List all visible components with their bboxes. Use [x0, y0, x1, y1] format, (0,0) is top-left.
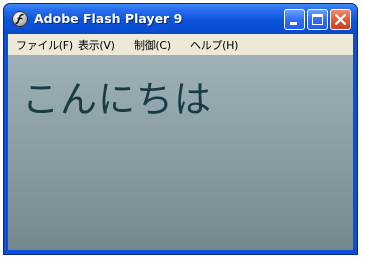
flash-content-area[interactable]: こんにちは — [8, 55, 353, 250]
greeting-text: こんにちは — [22, 78, 212, 121]
menu-view[interactable]: 表示(V) — [78, 37, 115, 53]
close-button[interactable] — [330, 9, 351, 30]
menu-control[interactable]: 制御(C) — [134, 37, 171, 53]
maximize-icon — [312, 14, 323, 25]
flash-player-icon[interactable] — [12, 11, 28, 27]
menu-help[interactable]: ヘルプ(H) — [190, 37, 238, 53]
close-icon — [334, 13, 347, 26]
maximize-button[interactable] — [307, 9, 328, 30]
title-bar[interactable]: Adobe Flash Player 9 — [4, 4, 357, 34]
minimize-button[interactable] — [284, 9, 305, 30]
flash-player-window: Adobe Flash Player 9 ファイル(F) 表示(V) 制御(C)… — [3, 3, 358, 255]
window-title: Adobe Flash Player 9 — [34, 11, 183, 26]
menu-file[interactable]: ファイル(F) — [16, 37, 73, 53]
minimize-icon — [290, 22, 297, 25]
menu-bar: ファイル(F) 表示(V) 制御(C) ヘルプ(H) — [8, 34, 353, 55]
